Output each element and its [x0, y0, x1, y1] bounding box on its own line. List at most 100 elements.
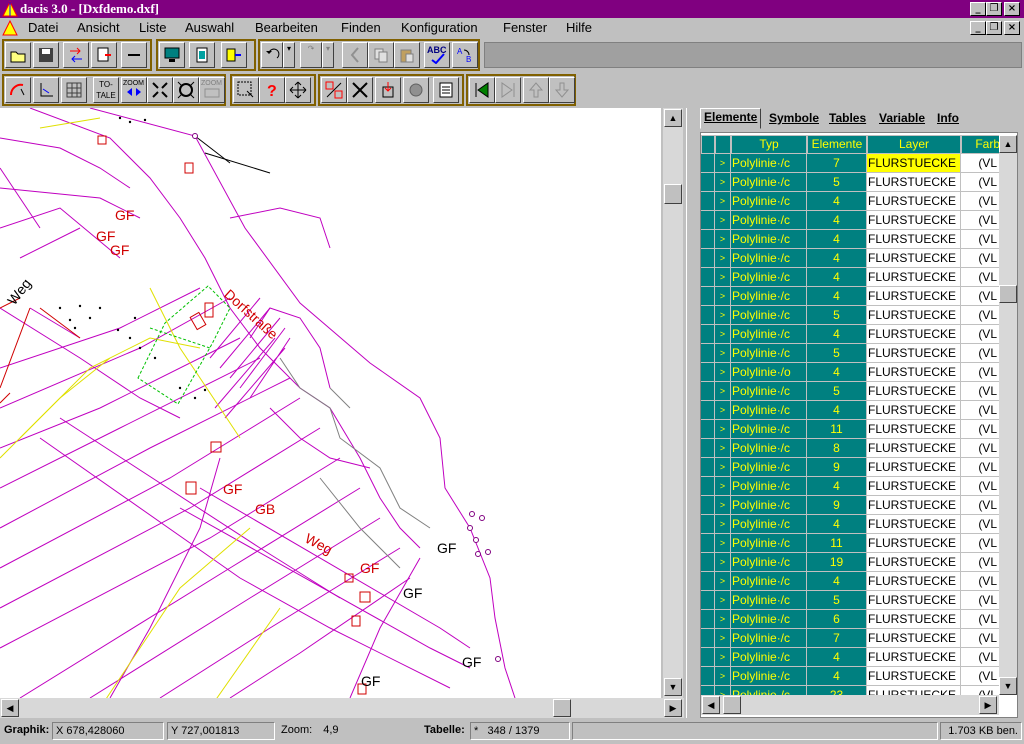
previous-icon[interactable] [495, 77, 521, 103]
draw-arc-icon[interactable] [5, 77, 31, 103]
table-row[interactable]: > Polylinie·/c 11 FLURSTUECKE (VL [701, 420, 1017, 439]
menu-ansicht[interactable]: Ansicht [77, 20, 120, 35]
tab-elemente[interactable]: Elemente [700, 108, 762, 129]
table-hscroll-thumb[interactable] [723, 696, 741, 714]
column-header-typ[interactable]: Typ [731, 135, 807, 154]
scroll-down-icon[interactable]: ▼ [664, 678, 682, 696]
table-scroll-down-icon[interactable]: ▼ [999, 677, 1017, 695]
table-row[interactable]: > Polylinie·/c 5 FLURSTUECKE (VL [701, 382, 1017, 401]
table-row[interactable]: > Polylinie·/c 4 FLURSTUECKE (VL [701, 287, 1017, 306]
table-row[interactable]: > Polylinie·/c 4 FLURSTUECKE (VL [701, 667, 1017, 686]
grid-icon[interactable] [61, 77, 87, 103]
menu-liste[interactable]: Liste [139, 20, 166, 35]
zoom-window-button[interactable]: ZOOM [199, 77, 225, 103]
column-header-layer[interactable]: Layer [867, 135, 961, 154]
table-row[interactable]: > Polylinie·/c 9 FLURSTUECKE (VL [701, 496, 1017, 515]
close-icon[interactable]: × [1004, 2, 1020, 16]
table-row[interactable]: > Polylinie·/c 7 FLURSTUECKE (VL [701, 629, 1017, 648]
table-row[interactable]: > Polylinie·/c 5 FLURSTUECKE (VL [701, 344, 1017, 363]
disabled-tool-icon[interactable] [403, 77, 429, 103]
column-header-farb[interactable]: Farb [961, 135, 1001, 154]
table-row[interactable]: > Polylinie·/c 7 FLURSTUECKE (VL [701, 154, 1017, 173]
map-horizontal-scrollbar[interactable]: ◀ ▶ [0, 698, 684, 718]
table-row[interactable]: > Polylinie·/c 4 FLURSTUECKE (VL [701, 648, 1017, 667]
delete-icon[interactable] [347, 77, 373, 103]
clipboard-icon[interactable] [189, 42, 215, 68]
table-row[interactable]: > Polylinie·/c 4 FLURSTUECKE (VL [701, 515, 1017, 534]
scroll-left-icon[interactable]: ◀ [1, 699, 19, 717]
doc-restore-icon[interactable]: ❐ [986, 21, 1002, 35]
table-row[interactable]: > Polylinie·/c 11 FLURSTUECKE (VL [701, 534, 1017, 553]
table-row[interactable]: > Polylinie·/c 5 FLURSTUECKE (VL [701, 306, 1017, 325]
menu-fenster[interactable]: Fenster [503, 20, 547, 35]
split-icon[interactable] [321, 77, 347, 103]
zoom-extents-icon[interactable] [173, 77, 199, 103]
table-vertical-scrollbar[interactable]: ▲ ▼ [999, 135, 1017, 695]
minimize-icon[interactable]: _ [970, 2, 986, 16]
table-scroll-right-icon[interactable]: ▶ [979, 696, 997, 714]
table-row[interactable]: > Polylinie·/c 8 FLURSTUECKE (VL [701, 439, 1017, 458]
table-scroll-left-icon[interactable]: ◀ [702, 696, 720, 714]
document-icon[interactable] [2, 20, 18, 36]
down-icon[interactable] [549, 77, 575, 103]
table-row[interactable]: > Polylinie·/c 9 FLURSTUECKE (VL [701, 458, 1017, 477]
minus-icon[interactable] [121, 42, 147, 68]
column-header-elemente[interactable]: Elemente [807, 135, 867, 154]
insert-icon[interactable] [375, 77, 401, 103]
query-icon[interactable]: ? [259, 77, 285, 103]
table-row[interactable]: > Polylinie·/c 4 FLURSTUECKE (VL [701, 477, 1017, 496]
save-icon[interactable] [33, 42, 59, 68]
table-row[interactable]: > Polylinie·/c 4 FLURSTUECKE (VL [701, 572, 1017, 591]
zoom-fit-icon[interactable] [147, 77, 173, 103]
menu-datei[interactable]: Datei [28, 20, 58, 35]
properties-icon[interactable] [433, 77, 459, 103]
doc-close-icon[interactable]: × [1004, 21, 1020, 35]
table-row[interactable]: > Polylinie·/c 4 FLURSTUECKE (VL [701, 401, 1017, 420]
redo-dropdown-icon[interactable]: ▾ [322, 42, 334, 68]
undo-dropdown-icon[interactable]: ▾ [283, 42, 295, 68]
table-row[interactable]: > Polylinie·/c 5 FLURSTUECKE (VL [701, 173, 1017, 192]
splitter[interactable] [686, 108, 694, 718]
tab-tables[interactable]: Tables [826, 110, 869, 128]
table-vscroll-thumb[interactable] [999, 285, 1017, 303]
dacis-app-icon[interactable] [2, 1, 18, 17]
restore-icon[interactable]: ❐ [986, 2, 1002, 16]
copy-icon[interactable] [368, 42, 394, 68]
move-icon[interactable] [285, 77, 311, 103]
export-icon[interactable] [91, 42, 117, 68]
spellcheck-icon[interactable]: ABC [424, 42, 450, 68]
redo-icon[interactable]: ↷ [300, 42, 322, 68]
table-scroll-up-icon[interactable]: ▲ [999, 135, 1017, 153]
replace-icon[interactable]: AB [452, 42, 478, 68]
axis-icon[interactable] [33, 77, 59, 103]
select-icon[interactable] [233, 77, 259, 103]
table-row[interactable]: > Polylinie·/c 4 FLURSTUECKE (VL [701, 325, 1017, 344]
table-row[interactable]: > Polylinie·/c 4 FLURSTUECKE (VL [701, 268, 1017, 287]
transfer-icon[interactable] [63, 42, 89, 68]
layer-tool-icon[interactable] [221, 42, 247, 68]
zoom-totale-button[interactable]: TO-TALE [93, 77, 119, 103]
table-row[interactable]: > Polylinie·/o 4 FLURSTUECKE (VL [701, 363, 1017, 382]
table-row[interactable]: > Polylinie·/c 4 FLURSTUECKE (VL [701, 211, 1017, 230]
scroll-right-icon[interactable]: ▶ [664, 699, 682, 717]
table-row[interactable]: > Polylinie·/c 6 FLURSTUECKE (VL [701, 610, 1017, 629]
first-icon[interactable] [469, 77, 495, 103]
menu-hilfe[interactable]: Hilfe [566, 20, 592, 35]
table-row[interactable]: > Polylinie·/c 4 FLURSTUECKE (VL [701, 230, 1017, 249]
zoom-in-button[interactable]: ZOOM [121, 77, 147, 103]
tab-symbole[interactable]: Symbole [766, 110, 822, 128]
undo-icon[interactable] [261, 42, 283, 68]
menu-bearbeiten[interactable]: Bearbeiten [255, 20, 318, 35]
tab-variable[interactable]: Variable [876, 110, 928, 128]
scroll-up-icon[interactable]: ▲ [664, 109, 682, 127]
map-canvas[interactable]: GF GF GF Weg Dorfstraße GF GB Weg GF GF … [0, 108, 661, 698]
paste-icon[interactable] [394, 42, 420, 68]
menu-konfiguration[interactable]: Konfiguration [401, 20, 478, 35]
table-row[interactable]: > Polylinie·/c 4 FLURSTUECKE (VL [701, 192, 1017, 211]
up-icon[interactable] [523, 77, 549, 103]
menu-auswahl[interactable]: Auswahl [185, 20, 234, 35]
table-row[interactable]: > Polylinie·/c 4 FLURSTUECKE (VL [701, 249, 1017, 268]
doc-minimize-icon[interactable]: _ [970, 21, 986, 35]
cut-icon[interactable] [342, 42, 368, 68]
map-vscroll-thumb[interactable] [664, 184, 682, 204]
